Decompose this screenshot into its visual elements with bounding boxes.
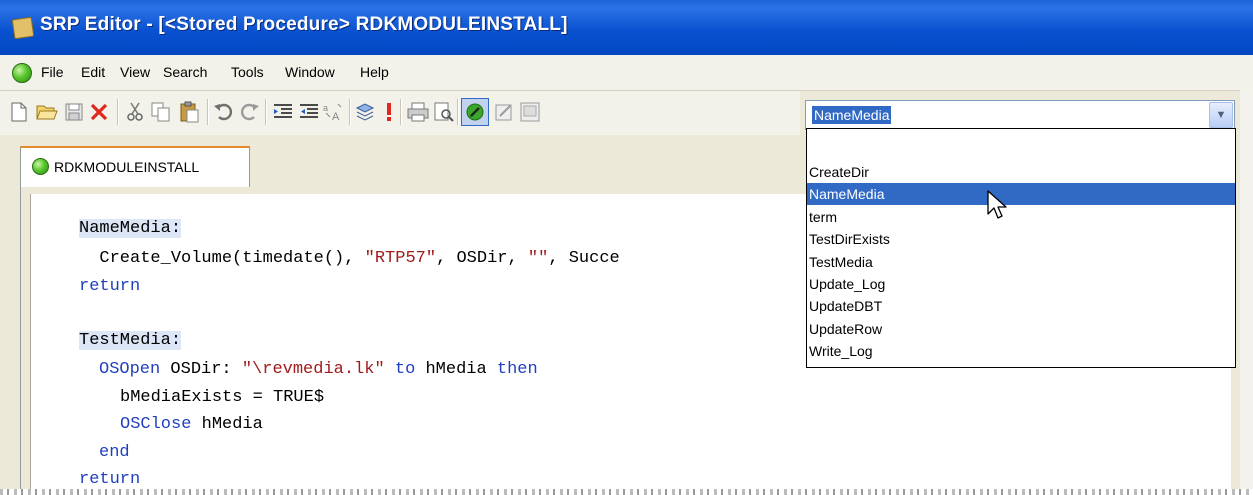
label-dropdown-list: CreateDir NameMedia term TestDirExists T… — [806, 128, 1236, 368]
toolbar: aA — [0, 91, 800, 135]
app-menu-icon[interactable] — [12, 63, 32, 83]
menu-help[interactable]: Help — [360, 64, 389, 80]
code-line: end — [99, 443, 130, 462]
properties-icon[interactable] — [519, 101, 541, 123]
undo-icon[interactable] — [212, 101, 234, 123]
delete-icon[interactable] — [88, 101, 110, 123]
toolbar-separator — [349, 99, 351, 125]
tab-rdkmoduleinstall[interactable]: RDKMODULEINSTALL — [20, 146, 250, 188]
dropdown-option[interactable]: Write_Log — [807, 340, 1235, 362]
print-preview-icon[interactable] — [433, 101, 455, 123]
svg-text:A: A — [332, 111, 340, 122]
label-combobox[interactable]: NameMedia ▼ — [805, 100, 1235, 130]
menu-bar: File Edit View Search Tools Window Help — [0, 55, 1253, 91]
menu-file[interactable]: File — [41, 64, 64, 80]
app-icon — [11, 16, 35, 40]
toolbar-separator — [207, 99, 209, 125]
dropdown-option-selected[interactable]: NameMedia — [807, 183, 1235, 205]
toolbar-separator — [117, 99, 119, 125]
code-line: return — [79, 277, 141, 296]
menu-edit[interactable]: Edit — [81, 64, 105, 80]
dropdown-option[interactable] — [807, 137, 1235, 159]
dropdown-option[interactable]: CreateDir — [807, 161, 1235, 183]
check-syntax-icon[interactable] — [461, 98, 489, 126]
breakpoint-icon[interactable] — [378, 101, 400, 123]
label-combobox-value: NameMedia — [812, 106, 892, 124]
compile-icon[interactable] — [354, 101, 376, 123]
mouse-cursor-icon — [987, 190, 1007, 219]
tab-label: RDKMODULEINSTALL — [54, 159, 200, 175]
label-testmedia: TestMedia: — [79, 331, 182, 350]
new-file-icon[interactable] — [8, 101, 30, 123]
dropdown-option[interactable]: UpdateDBT — [807, 295, 1235, 317]
save-icon[interactable] — [63, 101, 85, 123]
window-title: SRP Editor - [<Stored Procedure> RDKMODU… — [40, 14, 568, 35]
window-edge — [1240, 90, 1253, 495]
open-folder-icon[interactable] — [36, 101, 58, 123]
label-namemedia: NameMedia: — [79, 219, 182, 238]
code-line: TestMedia: — [79, 331, 182, 350]
code-line: Create_Volume(timedate(), "RTP57", OSDir… — [99, 249, 620, 268]
svg-text:a: a — [323, 103, 328, 113]
indent-icon[interactable] — [272, 101, 294, 123]
chevron-down-icon[interactable]: ▼ — [1209, 102, 1233, 128]
dropdown-option[interactable]: UpdateRow — [807, 318, 1235, 340]
toolbar-separator — [400, 99, 402, 125]
procedure-icon — [32, 158, 49, 175]
dropdown-option[interactable]: TestMedia — [807, 251, 1235, 273]
code-line: NameMedia: — [79, 219, 182, 238]
print-icon[interactable] — [407, 101, 429, 123]
menu-view[interactable]: View — [120, 64, 150, 80]
code-line: return — [79, 470, 141, 489]
edit-record-icon[interactable] — [494, 101, 516, 123]
paste-icon[interactable] — [178, 101, 200, 123]
code-line: OSOpen OSDir: "\revmedia.lk" to hMedia t… — [99, 360, 538, 379]
toolbar-separator — [457, 99, 459, 125]
copy-icon[interactable] — [150, 101, 172, 123]
cut-icon[interactable] — [124, 101, 146, 123]
toolbar-separator — [265, 99, 267, 125]
title-bar: SRP Editor - [<Stored Procedure> RDKMODU… — [0, 0, 1253, 55]
dropdown-option[interactable]: TestDirExists — [807, 228, 1235, 250]
dropdown-option[interactable]: term — [807, 206, 1235, 228]
code-line: OSClose hMedia — [120, 415, 263, 434]
menu-window[interactable]: Window — [285, 64, 335, 80]
replace-icon[interactable]: aA — [323, 101, 345, 123]
outdent-icon[interactable] — [298, 101, 320, 123]
bottom-edge — [0, 489, 1253, 495]
dropdown-option[interactable]: Update_Log — [807, 273, 1235, 295]
menu-tools[interactable]: Tools — [231, 64, 264, 80]
redo-icon[interactable] — [239, 101, 261, 123]
menu-search[interactable]: Search — [163, 64, 207, 80]
code-line: bMediaExists = TRUE$ — [120, 388, 325, 407]
